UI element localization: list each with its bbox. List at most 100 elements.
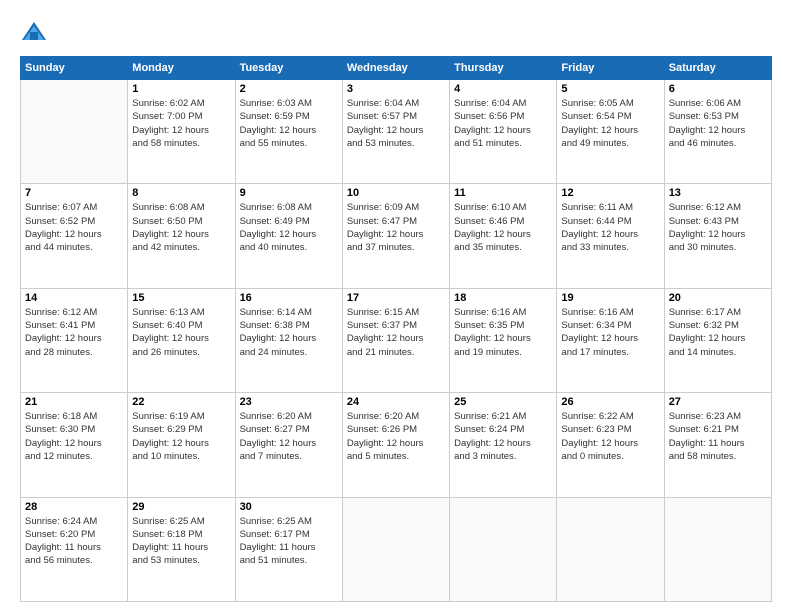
day-info: Sunrise: 6:04 AM Sunset: 6:56 PM Dayligh… (454, 97, 552, 150)
day-info: Sunrise: 6:11 AM Sunset: 6:44 PM Dayligh… (561, 201, 659, 254)
calendar-cell: 24Sunrise: 6:20 AM Sunset: 6:26 PM Dayli… (342, 393, 449, 497)
calendar-table: SundayMondayTuesdayWednesdayThursdayFrid… (20, 56, 772, 602)
logo-icon (20, 18, 48, 46)
day-number: 6 (669, 83, 767, 95)
day-number: 8 (132, 187, 230, 199)
day-info: Sunrise: 6:15 AM Sunset: 6:37 PM Dayligh… (347, 306, 445, 359)
day-number: 13 (669, 187, 767, 199)
calendar-cell: 23 Sunrise: 6:20 AM Sunset: 6:27 PM Dayli… (235, 393, 342, 497)
day-info: Sunrise: 6:02 AM Sunset: 7:00 PM Dayligh… (132, 97, 230, 150)
calendar-cell: 28 Sunrise: 6:24 AM Sunset: 6:20 PM Dayli… (21, 497, 128, 601)
day-info: Sunrise: 6:18 AM Sunset: 6:30 PM Dayligh… (25, 410, 123, 463)
calendar-cell: 10 Sunrise: 6:09 AM Sunset: 6:47 PM Dayli… (342, 184, 449, 288)
day-info: Sunrise: 6:13 AM Sunset: 6:40 PM Dayligh… (132, 306, 230, 359)
day-number: 10 (347, 187, 445, 199)
day-info: Sunrise: 6:19 AM Sunset: 6:29 PM Dayligh… (132, 410, 230, 463)
calendar-cell: 17 Sunrise: 6:15 AM Sunset: 6:37 PM Dayli… (342, 288, 449, 392)
calendar-cell: 9Sunrise: 6:08 AM Sunset: 6:49 PM Daylig… (235, 184, 342, 288)
day-info: Sunrise: 6:14 AM Sunset: 6:38 PM Dayligh… (240, 306, 338, 359)
day-number: 29 (132, 501, 230, 513)
calendar-cell: 29 Sunrise: 6:25 AM Sunset: 6:18 PM Dayli… (128, 497, 235, 601)
day-info: Sunrise: 6:04 AM Sunset: 6:57 PM Dayligh… (347, 97, 445, 150)
day-info: Sunrise: 6:21 AM Sunset: 6:24 PM Dayligh… (454, 410, 552, 463)
calendar-cell: 18Sunrise: 6:16 AM Sunset: 6:35 PM Dayli… (450, 288, 557, 392)
calendar-cell: 26Sunrise: 6:22 AM Sunset: 6:23 PM Dayli… (557, 393, 664, 497)
page: SundayMondayTuesdayWednesdayThursdayFrid… (0, 0, 792, 612)
day-info: Sunrise: 6:07 AM Sunset: 6:52 PM Dayligh… (25, 201, 123, 254)
calendar-cell: 1 Sunrise: 6:02 AM Sunset: 7:00 PM Daylig… (128, 80, 235, 184)
day-info: Sunrise: 6:06 AM Sunset: 6:53 PM Dayligh… (669, 97, 767, 150)
day-number: 7 (25, 187, 123, 199)
day-header-wednesday: Wednesday (342, 57, 449, 80)
day-number: 18 (454, 292, 552, 304)
week-row-0: 1 Sunrise: 6:02 AM Sunset: 7:00 PM Daylig… (21, 80, 772, 184)
day-info: Sunrise: 6:12 AM Sunset: 6:41 PM Dayligh… (25, 306, 123, 359)
day-header-friday: Friday (557, 57, 664, 80)
day-number: 1 (132, 83, 230, 95)
day-number: 23 (240, 396, 338, 408)
calendar-cell: 16 Sunrise: 6:14 AM Sunset: 6:38 PM Dayli… (235, 288, 342, 392)
day-info: Sunrise: 6:08 AM Sunset: 6:49 PM Dayligh… (240, 201, 338, 254)
day-number: 17 (347, 292, 445, 304)
calendar-cell (450, 497, 557, 601)
calendar-cell (557, 497, 664, 601)
calendar-cell: 12 Sunrise: 6:11 AM Sunset: 6:44 PM Dayli… (557, 184, 664, 288)
day-info: Sunrise: 6:23 AM Sunset: 6:21 PM Dayligh… (669, 410, 767, 463)
day-header-saturday: Saturday (664, 57, 771, 80)
day-info: Sunrise: 6:08 AM Sunset: 6:50 PM Dayligh… (132, 201, 230, 254)
day-number: 22 (132, 396, 230, 408)
day-info: Sunrise: 6:03 AM Sunset: 6:59 PM Dayligh… (240, 97, 338, 150)
day-number: 14 (25, 292, 123, 304)
day-number: 24 (347, 396, 445, 408)
calendar-cell: 22 Sunrise: 6:19 AM Sunset: 6:29 PM Dayli… (128, 393, 235, 497)
calendar-cell: 8 Sunrise: 6:08 AM Sunset: 6:50 PM Daylig… (128, 184, 235, 288)
day-number: 2 (240, 83, 338, 95)
day-number: 20 (669, 292, 767, 304)
day-number: 3 (347, 83, 445, 95)
day-number: 28 (25, 501, 123, 513)
day-number: 30 (240, 501, 338, 513)
day-number: 12 (561, 187, 659, 199)
day-number: 21 (25, 396, 123, 408)
day-number: 25 (454, 396, 552, 408)
calendar-cell: 2 Sunrise: 6:03 AM Sunset: 6:59 PM Daylig… (235, 80, 342, 184)
logo (20, 18, 52, 46)
day-number: 11 (454, 187, 552, 199)
calendar-cell (21, 80, 128, 184)
day-header-sunday: Sunday (21, 57, 128, 80)
week-row-4: 28 Sunrise: 6:24 AM Sunset: 6:20 PM Dayli… (21, 497, 772, 601)
day-number: 19 (561, 292, 659, 304)
day-info: Sunrise: 6:12 AM Sunset: 6:43 PM Dayligh… (669, 201, 767, 254)
day-info: Sunrise: 6:17 AM Sunset: 6:32 PM Dayligh… (669, 306, 767, 359)
day-number: 5 (561, 83, 659, 95)
day-info: Sunrise: 6:10 AM Sunset: 6:46 PM Dayligh… (454, 201, 552, 254)
day-header-thursday: Thursday (450, 57, 557, 80)
day-info: Sunrise: 6:05 AM Sunset: 6:54 PM Dayligh… (561, 97, 659, 150)
calendar-cell: 20 Sunrise: 6:17 AM Sunset: 6:32 PM Dayli… (664, 288, 771, 392)
calendar-cell: 13 Sunrise: 6:12 AM Sunset: 6:43 PM Dayli… (664, 184, 771, 288)
day-info: Sunrise: 6:09 AM Sunset: 6:47 PM Dayligh… (347, 201, 445, 254)
day-info: Sunrise: 6:22 AM Sunset: 6:23 PM Dayligh… (561, 410, 659, 463)
calendar-cell: 3 Sunrise: 6:04 AM Sunset: 6:57 PM Daylig… (342, 80, 449, 184)
calendar-cell (342, 497, 449, 601)
day-number: 16 (240, 292, 338, 304)
calendar-cell: 14 Sunrise: 6:12 AM Sunset: 6:41 PM Dayli… (21, 288, 128, 392)
day-header-monday: Monday (128, 57, 235, 80)
day-info: Sunrise: 6:25 AM Sunset: 6:18 PM Dayligh… (132, 515, 230, 568)
day-header-tuesday: Tuesday (235, 57, 342, 80)
calendar-cell: 5 Sunrise: 6:05 AM Sunset: 6:54 PM Daylig… (557, 80, 664, 184)
calendar-cell: 6 Sunrise: 6:06 AM Sunset: 6:53 PM Daylig… (664, 80, 771, 184)
calendar-cell: 15Sunrise: 6:13 AM Sunset: 6:40 PM Dayli… (128, 288, 235, 392)
header (20, 18, 772, 46)
week-row-2: 14 Sunrise: 6:12 AM Sunset: 6:41 PM Dayli… (21, 288, 772, 392)
day-number: 4 (454, 83, 552, 95)
day-number: 27 (669, 396, 767, 408)
calendar-cell: 25 Sunrise: 6:21 AM Sunset: 6:24 PM Dayli… (450, 393, 557, 497)
calendar-cell (664, 497, 771, 601)
calendar-cell: 19Sunrise: 6:16 AM Sunset: 6:34 PM Dayli… (557, 288, 664, 392)
day-info: Sunrise: 6:20 AM Sunset: 6:27 PM Dayligh… (240, 410, 338, 463)
day-info: Sunrise: 6:25 AM Sunset: 6:17 PM Dayligh… (240, 515, 338, 568)
week-row-3: 21 Sunrise: 6:18 AM Sunset: 6:30 PM Dayli… (21, 393, 772, 497)
calendar-cell: 7 Sunrise: 6:07 AM Sunset: 6:52 PM Daylig… (21, 184, 128, 288)
day-info: Sunrise: 6:24 AM Sunset: 6:20 PM Dayligh… (25, 515, 123, 568)
